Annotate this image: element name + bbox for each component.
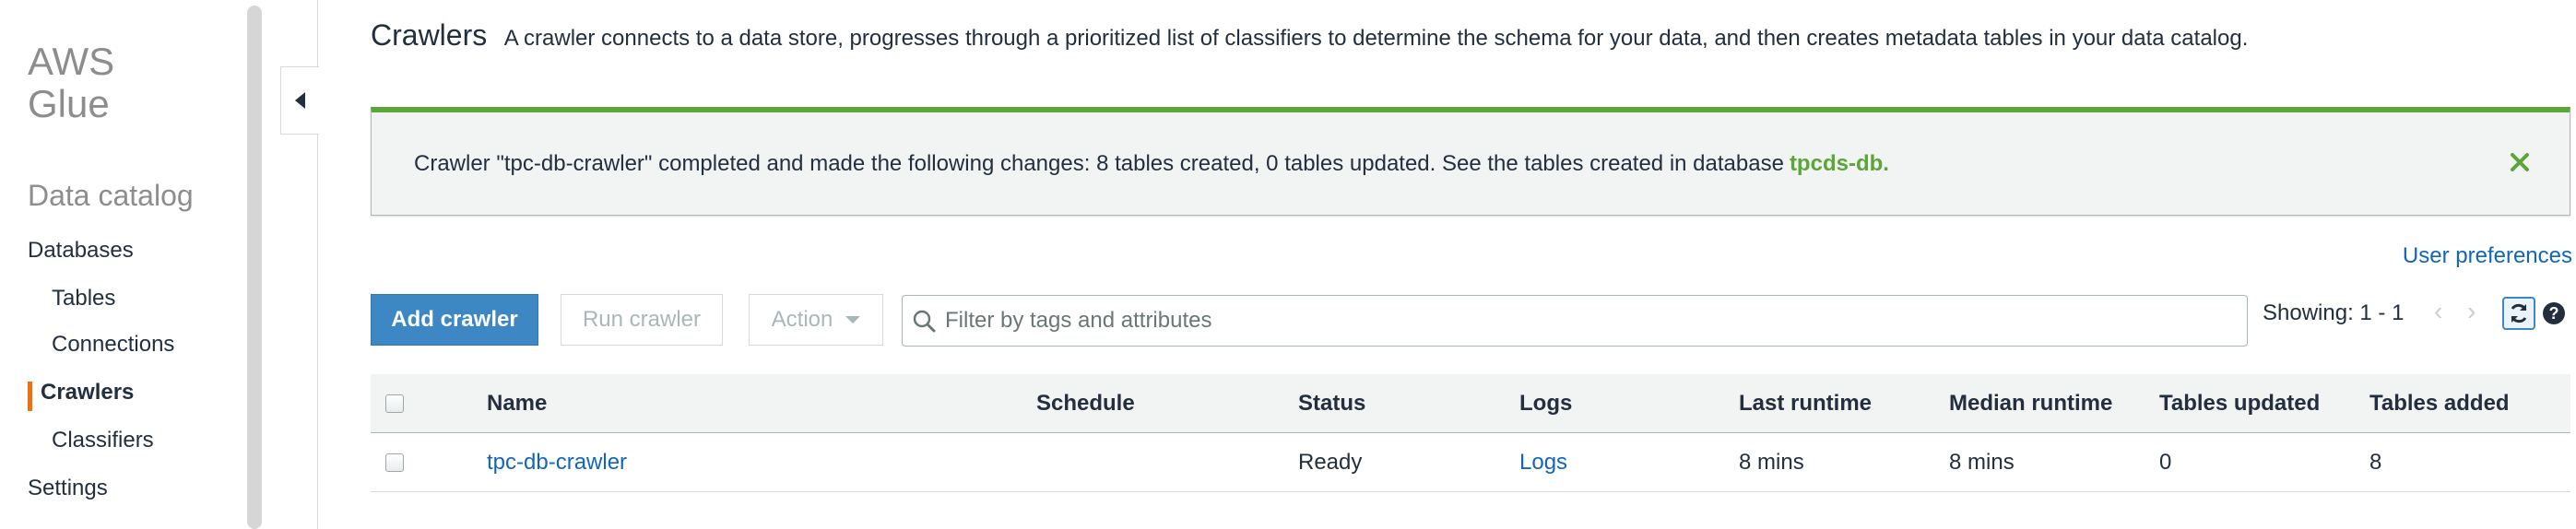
row-select-cell [385, 433, 404, 492]
chevron-down-icon [845, 316, 861, 323]
filter-search-box[interactable] [902, 295, 2248, 347]
column-header-median-runtime[interactable]: Median runtime [1949, 374, 2112, 433]
active-indicator [28, 382, 32, 411]
dismiss-alert-button[interactable] [2507, 149, 2533, 175]
select-all-checkbox[interactable] [385, 394, 404, 413]
user-preferences-link[interactable]: User preferences [2403, 243, 2572, 269]
collapse-sidebar-button[interactable] [280, 66, 319, 135]
column-header-last-runtime[interactable]: Last runtime [1739, 374, 1872, 433]
action-dropdown-label: Action [771, 307, 833, 332]
sidebar-item-tables[interactable]: Tables [52, 286, 115, 312]
crawler-median-runtime: 8 mins [1949, 450, 2015, 475]
pagination-summary: Showing: 1 - 1 [2263, 300, 2405, 325]
sidebar-section-data-catalog: Data catalog [28, 179, 194, 212]
refresh-button[interactable] [2502, 297, 2535, 330]
column-header-schedule[interactable]: Schedule [1036, 374, 1135, 433]
app-brand[interactable]: AWS Glue [28, 41, 114, 125]
caret-left-icon [295, 92, 305, 109]
crawler-tables-added: 8 [2369, 450, 2382, 475]
search-icon [912, 309, 936, 333]
add-crawler-button[interactable]: Add crawler [371, 294, 538, 346]
column-header-logs[interactable]: Logs [1519, 374, 1572, 433]
select-all-cell [385, 374, 404, 433]
brand-line-1: AWS [28, 40, 115, 83]
crawler-logs-link[interactable]: Logs [1519, 433, 1567, 492]
crawlers-table-header: Name Schedule Status Logs Last runtime M… [371, 374, 2570, 433]
row-checkbox[interactable] [385, 453, 404, 472]
column-header-tables-updated[interactable]: Tables updated [2159, 374, 2320, 433]
next-page-button[interactable]: › [2467, 297, 2476, 326]
previous-page-button[interactable]: ‹ [2434, 297, 2442, 326]
close-icon [2511, 153, 2529, 171]
database-link[interactable]: tpcds-db. [1790, 151, 1889, 176]
sidebar-scrollbar-thumb[interactable] [247, 6, 262, 529]
action-dropdown[interactable]: Action [749, 294, 883, 346]
sidebar: AWS Glue Data catalog Databases Tables C… [0, 0, 247, 529]
crawler-status: Ready [1298, 450, 1363, 475]
column-header-status[interactable]: Status [1298, 374, 1365, 433]
sidebar-item-crawlers[interactable]: Crawlers [41, 380, 134, 406]
brand-line-2: Glue [28, 82, 110, 125]
success-alert: Crawler "tpc-db-crawler" completed and m… [371, 107, 2570, 216]
crawler-tables-updated: 0 [2159, 450, 2172, 475]
page-title: Crawlers [371, 18, 488, 52]
page-description: A crawler connects to a data store, prog… [503, 26, 2249, 51]
alert-message: Crawler "tpc-db-crawler" completed and m… [414, 151, 1889, 177]
page-header: Crawlers A crawler connects to a data st… [371, 18, 2248, 53]
help-icon[interactable]: ? [2543, 302, 2565, 324]
crawler-last-runtime: 8 mins [1739, 450, 1804, 475]
sidebar-item-settings[interactable]: Settings [28, 476, 108, 501]
column-header-name[interactable]: Name [487, 374, 547, 433]
refresh-icon [2511, 303, 2527, 323]
sidebar-item-classifiers[interactable]: Classifiers [52, 428, 154, 453]
alert-message-text: Crawler "tpc-db-crawler" completed and m… [414, 151, 1784, 176]
search-input[interactable] [945, 308, 2217, 334]
run-crawler-button[interactable]: Run crawler [561, 294, 723, 346]
sidebar-item-connections[interactable]: Connections [52, 332, 174, 358]
column-header-tables-added[interactable]: Tables added [2369, 374, 2510, 433]
table-row[interactable]: tpc-db-crawler Ready Logs 8 mins 8 mins … [371, 433, 2570, 492]
sidebar-item-databases[interactable]: Databases [28, 238, 134, 264]
crawler-name-link[interactable]: tpc-db-crawler [487, 433, 627, 492]
aws-glue-console: AWS Glue Data catalog Databases Tables C… [0, 0, 2576, 529]
